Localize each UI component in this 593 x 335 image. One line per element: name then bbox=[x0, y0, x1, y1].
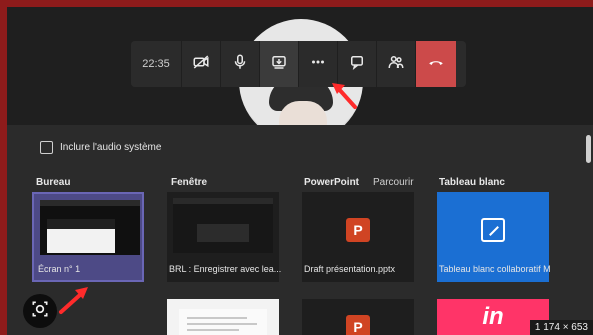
annotation-arrow-toolbar bbox=[332, 83, 357, 109]
include-audio-checkbox[interactable] bbox=[40, 141, 53, 154]
camera-toggle-button[interactable] bbox=[181, 41, 220, 87]
chat-icon bbox=[348, 53, 366, 76]
powerpoint-heading: PowerPoint bbox=[304, 177, 360, 188]
powerpoint-recent-tile[interactable]: P bbox=[302, 299, 414, 335]
share-content-button[interactable] bbox=[259, 41, 298, 87]
floating-action-button[interactable] bbox=[23, 294, 57, 328]
tableau-blanc-heading: Tableau blanc bbox=[439, 177, 505, 188]
include-audio-label: Inclure l'audio système bbox=[60, 142, 162, 153]
thumbnail-window bbox=[47, 219, 115, 253]
doc-line bbox=[187, 317, 247, 319]
share-tray-icon bbox=[270, 53, 288, 76]
participants-button[interactable] bbox=[376, 41, 415, 87]
call-toolbar: 22:35 bbox=[131, 41, 466, 87]
hang-up-button[interactable] bbox=[415, 41, 456, 87]
doc-line bbox=[187, 329, 239, 331]
document-thumbnail bbox=[179, 309, 267, 335]
parcourir-link[interactable]: Parcourir bbox=[373, 177, 414, 188]
doc-line bbox=[187, 323, 257, 325]
powerpoint-icon: P bbox=[346, 218, 370, 242]
annotation-arrow-screen-tile bbox=[59, 287, 88, 314]
camera-off-icon bbox=[192, 53, 210, 76]
thumbnail-titlebar bbox=[40, 200, 140, 206]
participants-icon bbox=[387, 53, 405, 76]
whiteboard-share-caption: Tableau blanc collaboratif M bbox=[439, 264, 551, 274]
share-panel-scrollbar[interactable] bbox=[586, 135, 591, 163]
microphone-icon bbox=[231, 53, 249, 76]
thumbnail-controls bbox=[197, 224, 249, 242]
screen-thumbnail bbox=[40, 200, 140, 255]
bureau-heading: Bureau bbox=[36, 177, 71, 188]
more-options-icon bbox=[309, 53, 327, 76]
image-dimensions-badge: 1 174 × 653 bbox=[529, 320, 593, 335]
call-timer: 22:35 bbox=[131, 41, 181, 87]
window-thumbnail bbox=[173, 198, 273, 253]
thumbnail-dark-strip bbox=[47, 219, 115, 229]
lens-icon bbox=[30, 299, 50, 324]
hang-up-icon bbox=[427, 53, 445, 76]
document-window-tile[interactable] bbox=[167, 299, 279, 335]
call-stage: 22:35 bbox=[7, 7, 593, 143]
whiteboard-icon bbox=[481, 218, 505, 242]
microphone-toggle-button[interactable] bbox=[220, 41, 259, 87]
powerpoint-icon: P bbox=[346, 315, 370, 335]
powerpoint-share-caption: Draft présentation.pptx bbox=[304, 264, 396, 274]
fenetre-heading: Fenêtre bbox=[171, 177, 208, 188]
include-audio-option[interactable]: Inclure l'audio système bbox=[40, 141, 161, 154]
window-share-caption: BRL : Enregistrer avec lea... bbox=[169, 264, 281, 274]
thumbnail-titlebar bbox=[173, 198, 273, 204]
